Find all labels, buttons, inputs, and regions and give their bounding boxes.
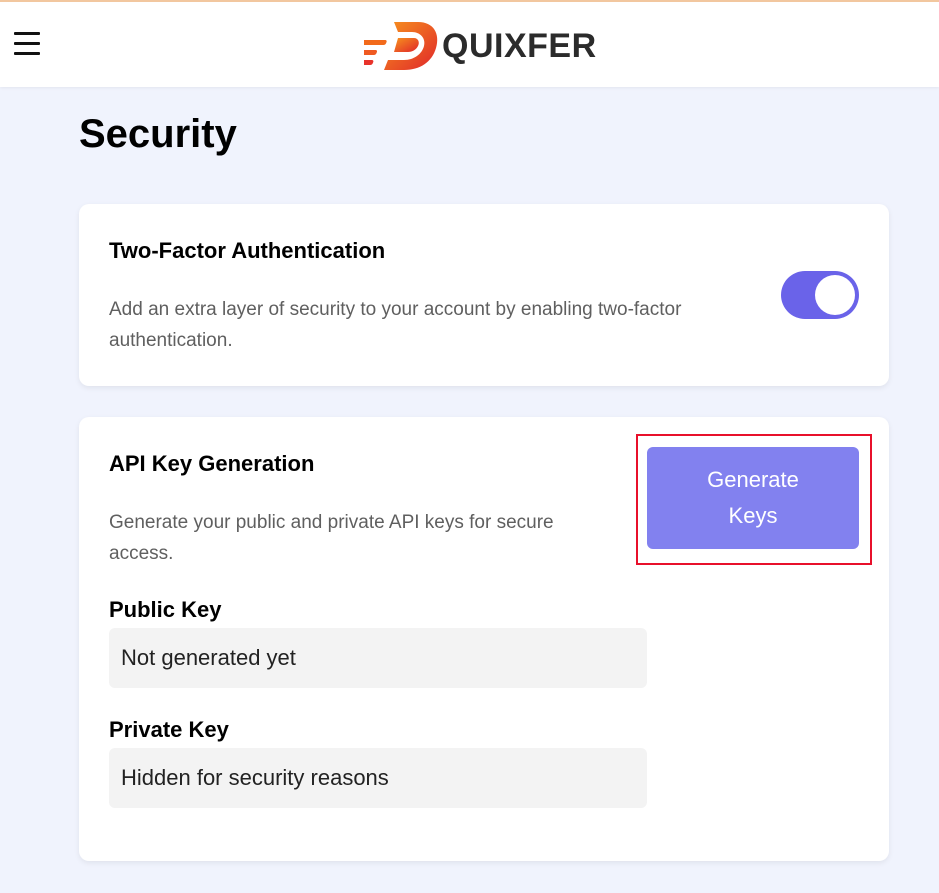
- api-key-card: API Key Generation Generate your public …: [79, 417, 889, 861]
- quixfer-logo-icon: [364, 22, 438, 70]
- two-factor-description: Add an extra layer of security to your a…: [109, 299, 682, 351]
- private-key-field: Hidden for security reasons: [109, 748, 647, 808]
- two-factor-card: Two-Factor Authentication Add an extra l…: [79, 204, 889, 386]
- hamburger-menu-icon[interactable]: [12, 28, 42, 60]
- api-key-title: API Key Generation: [109, 451, 315, 476]
- two-factor-toggle[interactable]: [781, 271, 859, 319]
- top-navigation-bar: QUIXFER: [0, 0, 939, 87]
- public-key-label: Public Key: [109, 597, 222, 622]
- generate-keys-button[interactable]: Generate Keys: [647, 447, 859, 549]
- toggle-knob: [815, 275, 855, 315]
- two-factor-title: Two-Factor Authentication: [109, 238, 386, 263]
- page-title: Security: [79, 112, 237, 156]
- brand-logo[interactable]: QUIXFER: [364, 16, 597, 76]
- public-key-field: Not generated yet: [109, 628, 647, 688]
- brand-name: QUIXFER: [442, 26, 597, 65]
- api-key-description: Generate your public and private API key…: [109, 512, 554, 564]
- private-key-label: Private Key: [109, 717, 229, 742]
